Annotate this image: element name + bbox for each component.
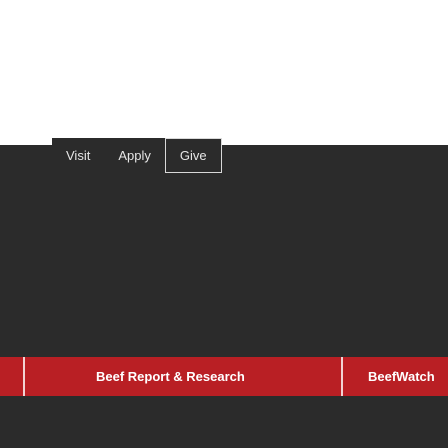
nav-link-apply[interactable]: Apply bbox=[104, 138, 165, 173]
tab-divider bbox=[341, 357, 343, 396]
tab-beef-report-research[interactable]: Beef Report & Research bbox=[96, 357, 245, 396]
site-header-band bbox=[0, 145, 448, 357]
page-bottom-band bbox=[0, 396, 448, 448]
page-top-area bbox=[0, 0, 448, 145]
section-tab-bar: Beef Report & Research BeefWatch bbox=[0, 357, 448, 396]
nav-link-give[interactable]: Give bbox=[164, 138, 222, 173]
tab-beefwatch[interactable]: BeefWatch bbox=[368, 357, 435, 396]
tab-divider bbox=[23, 357, 25, 396]
nav-link-visit[interactable]: Visit bbox=[52, 138, 104, 173]
utility-nav: Visit Apply Give bbox=[52, 138, 222, 173]
